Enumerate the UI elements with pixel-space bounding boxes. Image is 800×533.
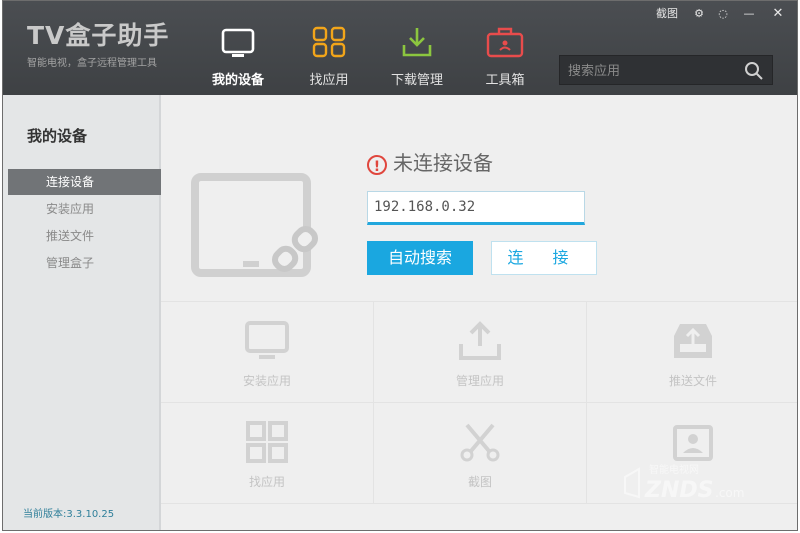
connection-status: ! 未连接设备 <box>367 147 493 176</box>
close-button[interactable]: ✕ <box>767 5 789 23</box>
svg-text:智能电视网: 智能电视网 <box>649 463 699 476</box>
auto-search-button[interactable]: 自动搜索 <box>367 241 473 275</box>
svg-text:ZNDS: ZNDS <box>644 478 713 503</box>
tile-screenshot[interactable]: 截图 <box>374 403 587 504</box>
download-icon <box>402 28 432 57</box>
sidebar-title: 我的设备 <box>27 127 88 145</box>
settings-icon[interactable]: ⚙ <box>689 5 709 23</box>
nav-my-devices[interactable]: 我的设备 <box>197 25 279 91</box>
warning-icon: ! <box>367 154 387 175</box>
sidebar: 我的设备 连接设备 安装应用 推送文件 管理盒子 当前版本:3.3.10.25 <box>3 95 161 530</box>
app-window: TV盒子助手 智能电视，盒子远程管理工具 我的设备 找应用 下载管理 工具箱 搜… <box>2 0 798 531</box>
svg-text:.com: .com <box>715 486 744 500</box>
feedback-icon[interactable]: ◌ <box>713 5 733 23</box>
brand: TV盒子助手 智能电视，盒子远程管理工具 <box>27 21 169 69</box>
nav-find-apps[interactable]: 找应用 <box>288 25 370 91</box>
search-box[interactable] <box>559 55 773 85</box>
app-subtitle: 智能电视，盒子远程管理工具 <box>27 58 157 69</box>
tile-label: 推送文件 <box>668 374 717 388</box>
tile-manage-app[interactable]: 管理应用 <box>374 302 587 403</box>
ip-input[interactable] <box>372 198 576 216</box>
nav-label: 我的设备 <box>211 73 264 88</box>
tile-find-app[interactable]: 找应用 <box>161 403 374 504</box>
sidebar-item-push-file[interactable]: 推送文件 <box>8 223 161 249</box>
tile-label: 管理应用 <box>455 374 504 388</box>
inbox-upload-icon <box>674 324 712 358</box>
search-input[interactable] <box>566 60 740 82</box>
tile-label: 安装应用 <box>242 374 291 388</box>
znds-watermark-logo: 智能电视网 ZNDS .com <box>624 463 744 503</box>
screenshot-button[interactable]: 截图 <box>653 5 681 23</box>
tile-label: 找应用 <box>248 475 285 489</box>
sidebar-item-install-app[interactable]: 安装应用 <box>8 196 161 222</box>
sidebar-item-connect-device[interactable]: 连接设备 <box>8 169 161 195</box>
app-title: TV盒子助手 <box>27 21 170 50</box>
tile-label: 截图 <box>467 475 492 489</box>
tv-icon <box>221 28 255 57</box>
grid-icon <box>312 26 346 58</box>
top-bar: TV盒子助手 智能电视，盒子远程管理工具 我的设备 找应用 下载管理 工具箱 搜… <box>3 1 797 95</box>
disconnected-tv-icon <box>191 173 319 277</box>
monitor-icon <box>245 321 289 359</box>
tile-install-app[interactable]: 安装应用 <box>161 302 374 403</box>
nav-label: 下载管理 <box>390 73 443 88</box>
connect-button[interactable]: 连 接 <box>491 241 597 275</box>
tile-push-file[interactable]: 推送文件 <box>587 302 797 403</box>
upload-icon <box>459 321 501 360</box>
minimize-button[interactable]: — <box>739 5 759 23</box>
status-text: 未连接设备 <box>393 151 493 175</box>
nav-label: 工具箱 <box>485 73 525 88</box>
broken-link-icon <box>271 225 319 273</box>
nav-download-manager[interactable]: 下载管理 <box>376 25 458 91</box>
search-icon[interactable] <box>744 61 764 81</box>
grid-icon <box>246 421 288 463</box>
nav-toolbox[interactable]: 工具箱 <box>464 25 546 91</box>
nav-label: 找应用 <box>309 73 349 88</box>
version-label: 当前版本:3.3.10.25 <box>23 509 115 520</box>
toolbox-icon <box>486 27 524 58</box>
ip-field[interactable] <box>367 191 585 225</box>
scissors-icon <box>460 423 500 462</box>
sidebar-item-manage-box[interactable]: 管理盒子 <box>8 250 161 276</box>
